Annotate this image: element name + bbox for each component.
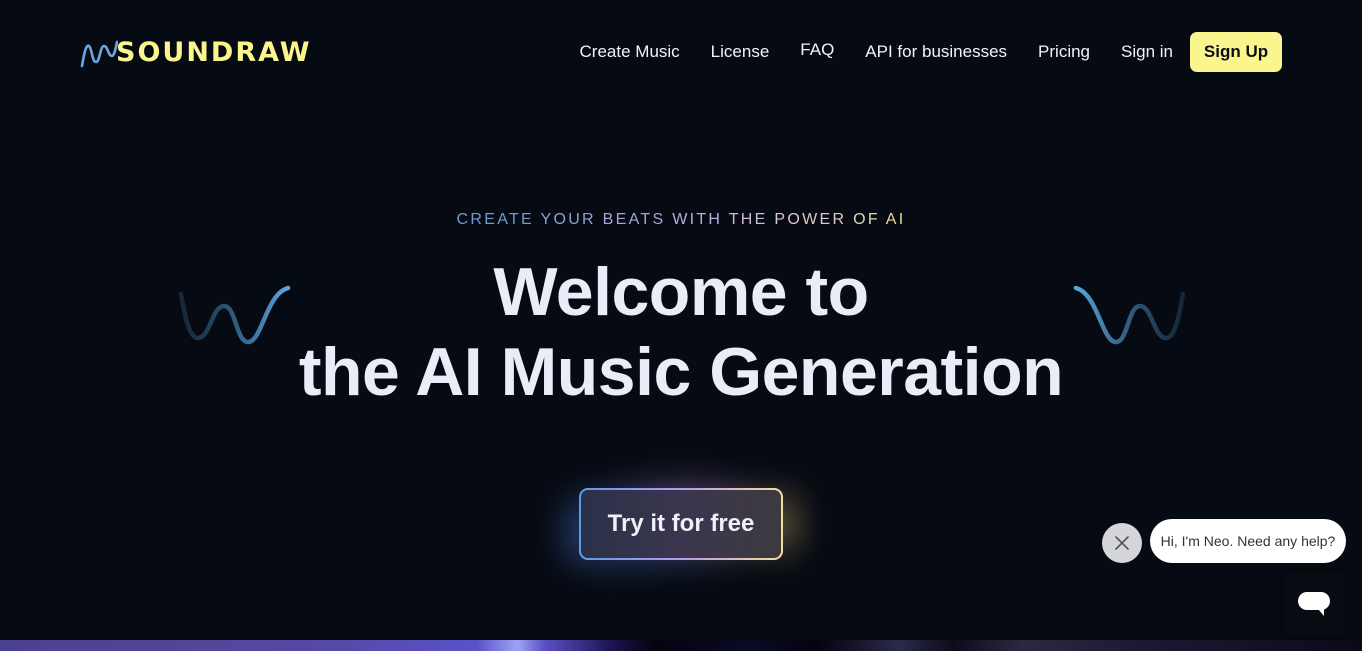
eyebrow-word: WITH [672, 211, 729, 228]
eyebrow-word: YOUR [540, 211, 603, 228]
nav-sign-in[interactable]: Sign in [1121, 42, 1173, 62]
eyebrow-word: AI [885, 211, 906, 228]
chat-bubble-icon [1298, 592, 1330, 616]
chat-close-button[interactable] [1102, 523, 1142, 563]
cta-label: Try it for free [581, 490, 781, 558]
main-nav: Create Music License FAQ API for busines… [549, 32, 1282, 72]
chat-launcher-button[interactable] [1283, 572, 1345, 636]
eyebrow-word: BEATS [602, 211, 673, 228]
logo-link[interactable]: SOUNDRAW [80, 34, 312, 70]
logo-text: SOUNDRAW [116, 36, 312, 68]
site-header: SOUNDRAW Create Music License FAQ API fo… [0, 0, 1362, 104]
hero-title: Welcome to the AI Music Generation [0, 252, 1362, 412]
hero-title-line-2: the AI Music Generation [298, 334, 1064, 410]
try-it-for-free-button[interactable]: Try it for free [579, 488, 783, 560]
eyebrow-word: POWER [774, 211, 854, 228]
nav-api-for-businesses[interactable]: API for businesses [865, 42, 1007, 62]
hero-title-line-1: Welcome to [493, 254, 869, 330]
sign-up-button[interactable]: Sign Up [1190, 32, 1282, 72]
nav-create-music[interactable]: Create Music [580, 42, 680, 62]
eyebrow-word: CREATE [456, 211, 541, 228]
nav-pricing[interactable]: Pricing [1038, 42, 1090, 62]
hero-eyebrow: CREATE YOUR BEATS WITH THE POWER OF AI [0, 211, 1362, 229]
soundwave-logo-icon [80, 40, 118, 68]
eyebrow-word: OF [853, 211, 886, 228]
close-icon [1115, 536, 1129, 550]
hero-video-strip [0, 640, 1362, 651]
nav-faq[interactable]: FAQ [800, 40, 834, 60]
nav-license[interactable]: License [711, 42, 770, 62]
eyebrow-word: THE [728, 211, 775, 228]
chat-greeting-bubble[interactable]: Hi, I'm Neo. Need any help? [1150, 519, 1346, 563]
